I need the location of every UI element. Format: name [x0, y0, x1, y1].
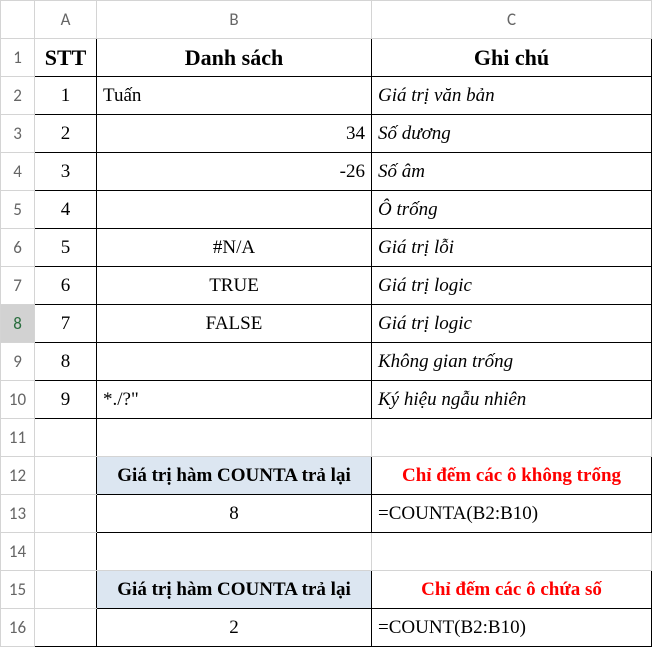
- cell-empty[interactable]: [372, 533, 652, 571]
- row-header[interactable]: 14: [1, 533, 35, 571]
- count-label[interactable]: Giá trị hàm COUNTA trả lại: [97, 571, 372, 609]
- cell-stt[interactable]: 7: [35, 305, 97, 343]
- cell-danh-sach[interactable]: *./?": [97, 381, 372, 419]
- cell-danh-sach[interactable]: FALSE: [97, 305, 372, 343]
- cell-empty[interactable]: [35, 571, 97, 609]
- cell-empty[interactable]: [35, 419, 97, 457]
- count-note[interactable]: Chỉ đếm các ô chứa số: [372, 571, 652, 609]
- row-header[interactable]: 8: [1, 305, 35, 343]
- cell-ghi-chu[interactable]: Giá trị logic: [372, 267, 652, 305]
- row-header[interactable]: 2: [1, 77, 35, 115]
- row-header[interactable]: 5: [1, 191, 35, 229]
- cell-stt[interactable]: 1: [35, 77, 97, 115]
- cell-danh-sach[interactable]: 34: [97, 115, 372, 153]
- cell-danh-sach[interactable]: [97, 191, 372, 229]
- row-header[interactable]: 15: [1, 571, 35, 609]
- cell-ghi-chu[interactable]: Số dương: [372, 115, 652, 153]
- row-header[interactable]: 10: [1, 381, 35, 419]
- spreadsheet[interactable]: A B C 1 STT Danh sách Ghi chú 21TuấnGiá …: [0, 0, 652, 647]
- col-header-a[interactable]: A: [35, 1, 97, 39]
- cell-danh-sach[interactable]: Tuấn: [97, 77, 372, 115]
- header-ghi-chu[interactable]: Ghi chú: [372, 39, 652, 77]
- counta-result[interactable]: 8: [97, 495, 372, 533]
- cell-empty[interactable]: [97, 419, 372, 457]
- cell-danh-sach[interactable]: -26: [97, 153, 372, 191]
- cell-ghi-chu[interactable]: Giá trị lỗi: [372, 229, 652, 267]
- cell-stt[interactable]: 8: [35, 343, 97, 381]
- cell-empty[interactable]: [35, 533, 97, 571]
- header-danh-sach[interactable]: Danh sách: [97, 39, 372, 77]
- cell-danh-sach[interactable]: TRUE: [97, 267, 372, 305]
- col-header-b[interactable]: B: [97, 1, 372, 39]
- cell-stt[interactable]: 9: [35, 381, 97, 419]
- cell-stt[interactable]: 4: [35, 191, 97, 229]
- cell-danh-sach[interactable]: [97, 343, 372, 381]
- cell-ghi-chu[interactable]: Ô trống: [372, 191, 652, 229]
- counta-formula[interactable]: =COUNTA(B2:B10): [372, 495, 652, 533]
- row-header[interactable]: 7: [1, 267, 35, 305]
- cell-empty[interactable]: [97, 533, 372, 571]
- row-header[interactable]: 12: [1, 457, 35, 495]
- col-header-c[interactable]: C: [372, 1, 652, 39]
- row-header[interactable]: 1: [1, 39, 35, 77]
- row-header[interactable]: 3: [1, 115, 35, 153]
- cell-danh-sach[interactable]: #N/A: [97, 229, 372, 267]
- row-header[interactable]: 6: [1, 229, 35, 267]
- select-all-corner[interactable]: [1, 1, 35, 39]
- counta-label[interactable]: Giá trị hàm COUNTA trả lại: [97, 457, 372, 495]
- cell-ghi-chu[interactable]: Giá trị logic: [372, 305, 652, 343]
- row-header[interactable]: 13: [1, 495, 35, 533]
- header-stt[interactable]: STT: [35, 39, 97, 77]
- cell-empty[interactable]: [35, 457, 97, 495]
- cell-ghi-chu[interactable]: Không gian trống: [372, 343, 652, 381]
- cell-stt[interactable]: 3: [35, 153, 97, 191]
- cell-ghi-chu[interactable]: Số âm: [372, 153, 652, 191]
- cell-ghi-chu[interactable]: Ký hiệu ngẫu nhiên: [372, 381, 652, 419]
- cell-stt[interactable]: 6: [35, 267, 97, 305]
- cell-empty[interactable]: [372, 419, 652, 457]
- row-header[interactable]: 11: [1, 419, 35, 457]
- row-header[interactable]: 9: [1, 343, 35, 381]
- counta-note[interactable]: Chỉ đếm các ô không trống: [372, 457, 652, 495]
- cell-stt[interactable]: 5: [35, 229, 97, 267]
- row-header[interactable]: 4: [1, 153, 35, 191]
- cell-ghi-chu[interactable]: Giá trị văn bản: [372, 77, 652, 115]
- cell-empty[interactable]: [35, 495, 97, 533]
- cell-stt[interactable]: 2: [35, 115, 97, 153]
